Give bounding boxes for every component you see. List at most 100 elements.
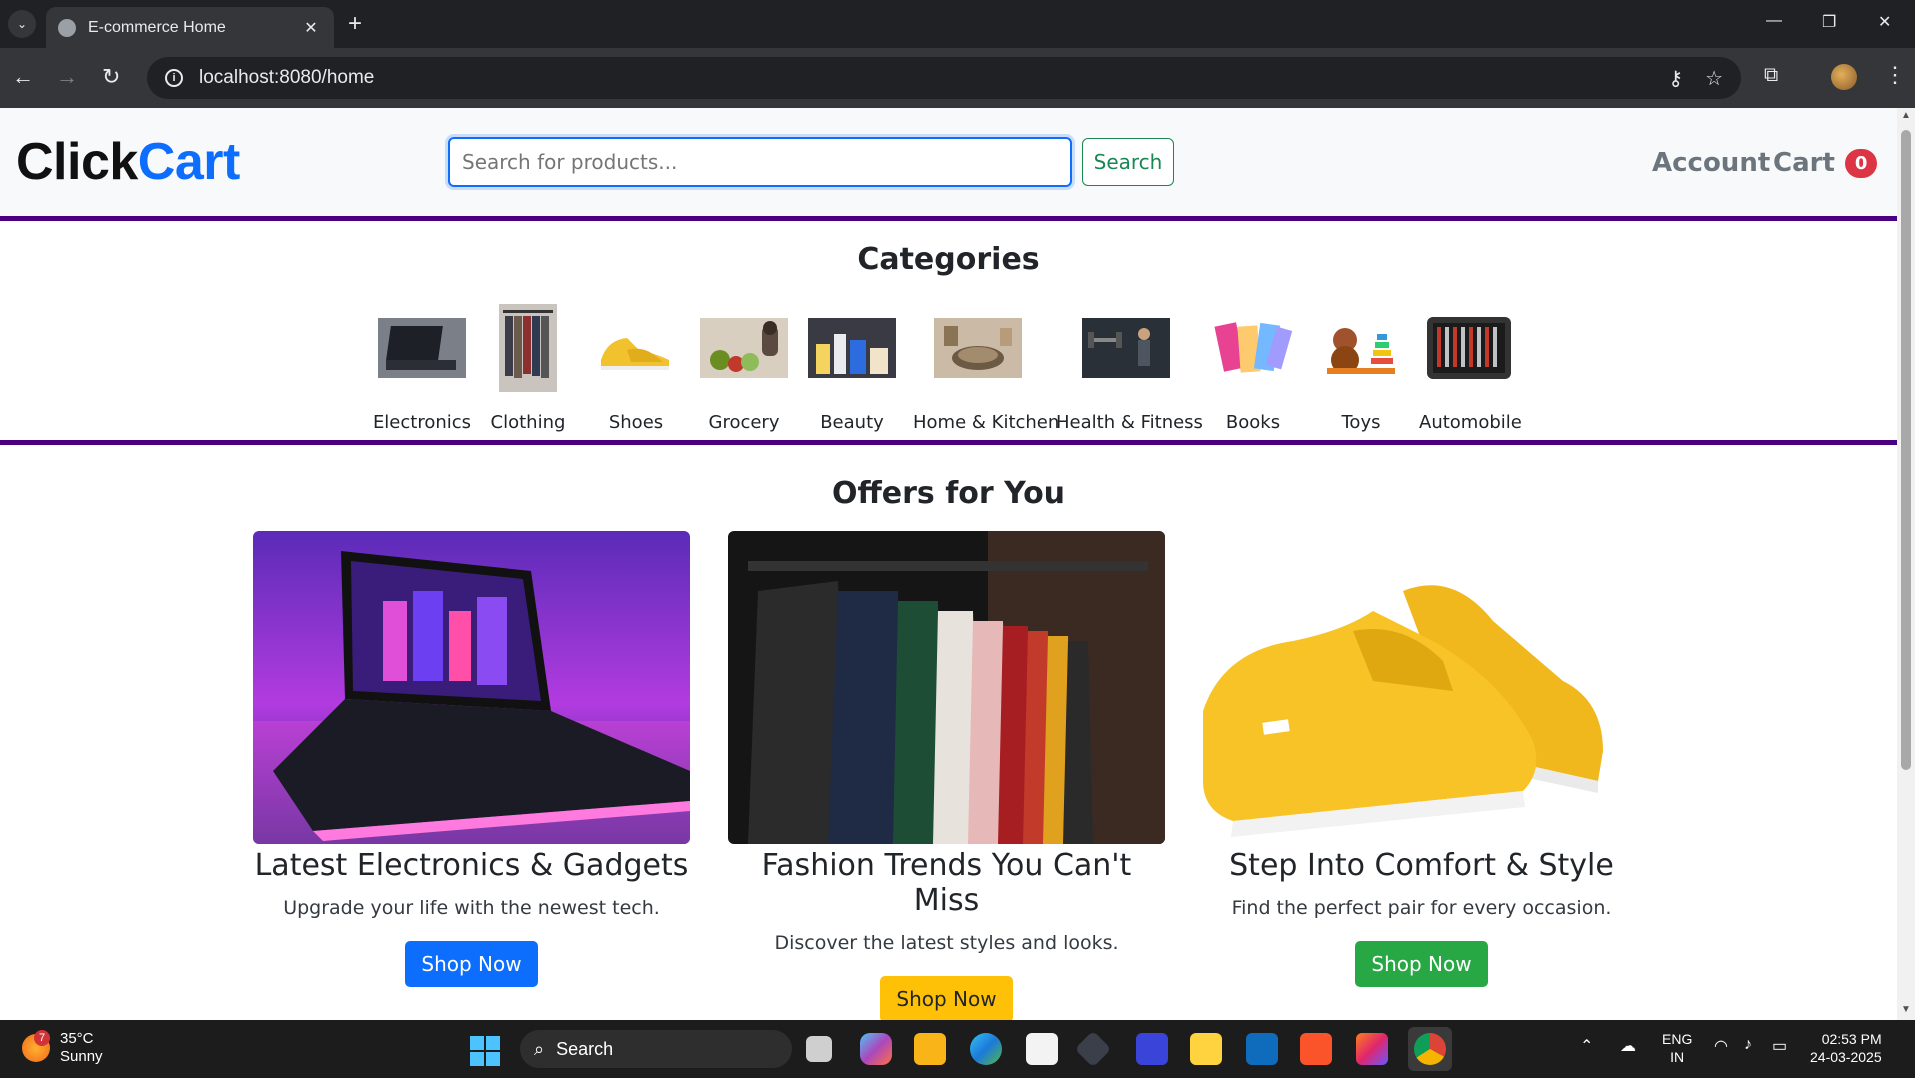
category-automobile[interactable]: Automobile	[1419, 298, 1522, 433]
scroll-up-arrow-icon[interactable]: ▲	[1901, 110, 1911, 121]
shop-now-button-shoes[interactable]: Shop Now	[1355, 941, 1488, 987]
show-hidden-icons-chevron-icon[interactable]: ⌃	[1580, 1036, 1593, 1056]
taskbar-search-label: Search	[556, 1038, 614, 1059]
category-shoes[interactable]: Shoes	[586, 298, 686, 433]
onedrive-cloud-icon[interactable]: ☁	[1620, 1036, 1636, 1056]
categories-divider	[0, 440, 1897, 445]
language-indicator[interactable]: ENG IN	[1662, 1030, 1692, 1066]
close-window-icon[interactable]: ✕	[1878, 12, 1891, 32]
category-label: Books	[1225, 412, 1281, 433]
shop-now-button-fashion[interactable]: Shop Now	[880, 976, 1013, 1020]
offers-title: Offers for You	[831, 476, 1066, 511]
scroll-down-arrow-icon[interactable]: ▼	[1901, 1004, 1911, 1015]
back-arrow-icon[interactable]: ←	[12, 64, 34, 90]
microsoft-store-icon[interactable]	[1026, 1033, 1058, 1065]
copilot-icon[interactable]	[860, 1033, 892, 1065]
browser-titlebar: ⌄ E-commerce Home ✕ + — ❐ ✕	[0, 0, 1915, 48]
product-search-input[interactable]	[448, 137, 1072, 187]
laptop-image	[253, 531, 690, 844]
category-label: Health & Fitness	[1056, 412, 1203, 433]
category-health-fitness[interactable]: Health & Fitness	[1056, 298, 1203, 433]
profile-avatar[interactable]	[1831, 64, 1857, 90]
scrollbar-thumb[interactable]	[1901, 130, 1911, 770]
category-toys[interactable]: Toys	[1311, 298, 1411, 433]
offer-title: Step Into Comfort & Style	[1229, 848, 1614, 883]
account-link[interactable]: Account	[1652, 148, 1770, 178]
app-m-icon[interactable]	[1136, 1033, 1168, 1065]
sticky-notes-icon[interactable]	[1190, 1033, 1222, 1065]
battery-icon[interactable]: ▭	[1772, 1036, 1787, 1056]
toys-icon	[1327, 328, 1395, 374]
tab-close-icon[interactable]: ✕	[300, 18, 322, 38]
category-label: Electronics	[372, 412, 472, 433]
shop-now-button-electronics[interactable]: Shop Now	[405, 941, 538, 987]
app-hexagon-icon[interactable]	[1074, 1030, 1112, 1068]
tab-search-chevron-icon[interactable]: ⌄	[8, 10, 36, 38]
url-text[interactable]: localhost:8080/home	[199, 67, 1646, 89]
reload-icon[interactable]: ↻	[102, 64, 120, 90]
extensions-puzzle-icon[interactable]: ⧉	[1764, 64, 1778, 87]
cart-link[interactable]: Cart 0	[1773, 148, 1878, 178]
brave-browser-icon[interactable]	[1300, 1033, 1332, 1065]
web-page: ClickCart Search Account Cart 0 Categori…	[0, 108, 1897, 1020]
bookmark-star-icon[interactable]: ☆	[1705, 66, 1723, 91]
sun-icon: 7	[22, 1030, 50, 1062]
offer-description: Discover the latest styles and looks.	[774, 932, 1119, 954]
password-key-icon[interactable]: ⚷	[1668, 66, 1683, 91]
edge-browser-icon[interactable]	[970, 1033, 1002, 1065]
category-home-kitchen[interactable]: Home & Kitchen	[913, 298, 1059, 433]
logo-text-cart: Cart	[137, 133, 241, 191]
offer-image-laptop[interactable]	[253, 531, 690, 844]
os-taskbar: 7 35°C Sunny ⌕ Search ⌃ ☁ ENG IN ◠ ♪ ▭ 0…	[0, 1020, 1915, 1078]
address-bar[interactable]: i localhost:8080/home ⚷ ☆	[147, 57, 1741, 99]
site-header: ClickCart Search Account Cart 0	[0, 108, 1897, 216]
site-info-icon[interactable]: i	[165, 69, 183, 87]
weather-temperature: 35°C	[60, 1030, 94, 1047]
category-beauty[interactable]: Beauty	[802, 298, 902, 433]
minimize-icon[interactable]: —	[1766, 12, 1782, 30]
intellij-icon[interactable]	[1356, 1033, 1388, 1065]
weather-widget[interactable]: 7 35°C Sunny	[22, 1030, 103, 1066]
volume-icon[interactable]: ♪	[1744, 1036, 1752, 1054]
system-clock[interactable]: 02:53 PM 24-03-2025	[1810, 1030, 1882, 1066]
offer-title: Fashion Trends You Can't Miss	[761, 848, 1132, 918]
wifi-icon[interactable]: ◠	[1714, 1036, 1728, 1056]
categories-title: Categories	[857, 242, 1040, 277]
new-tab-icon[interactable]: +	[348, 12, 362, 36]
offer-card-fashion: Fashion Trends You Can't Miss Discover t…	[728, 531, 1165, 1020]
category-clothing[interactable]: Clothing	[478, 298, 578, 433]
weather-notification-badge: 7	[34, 1030, 50, 1046]
browser-toolbar: ← → ↻ i localhost:8080/home ⚷ ☆ ⧉ ⋮	[0, 48, 1915, 108]
chrome-icon[interactable]	[1414, 1033, 1446, 1065]
category-books[interactable]: Books	[1203, 298, 1303, 433]
offer-title: Latest Electronics & Gadgets	[254, 848, 689, 883]
page-scrollbar[interactable]: ▲ ▼	[1897, 108, 1915, 1020]
task-view-icon[interactable]	[806, 1036, 832, 1062]
restore-icon[interactable]: ❐	[1822, 12, 1836, 32]
forward-arrow-icon[interactable]: →	[56, 64, 78, 90]
globe-icon	[58, 18, 76, 37]
outlook-icon[interactable]	[1246, 1033, 1278, 1065]
site-logo[interactable]: ClickCart	[16, 132, 240, 192]
offer-description: Find the perfect pair for every occasion…	[1231, 897, 1612, 919]
weather-description: Sunny	[60, 1048, 103, 1065]
offer-card-electronics: Latest Electronics & Gadgets Upgrade you…	[253, 531, 690, 987]
search-button[interactable]: Search	[1082, 138, 1174, 186]
browser-menu-icon[interactable]: ⋮	[1884, 62, 1906, 88]
category-label: Toys	[1341, 412, 1381, 433]
kitchen-icon	[934, 318, 1022, 378]
category-electronics[interactable]: Electronics	[372, 298, 472, 433]
language-code: ENG	[1662, 1031, 1693, 1047]
offer-image-clothing[interactable]	[728, 531, 1165, 844]
file-explorer-icon[interactable]	[914, 1033, 946, 1065]
taskbar-search[interactable]: ⌕ Search	[520, 1030, 792, 1068]
clock-date: 24-03-2025	[1810, 1049, 1882, 1065]
category-label: Shoes	[608, 412, 664, 433]
offer-image-shoes[interactable]	[1203, 531, 1640, 844]
browser-tab[interactable]: E-commerce Home ✕	[46, 7, 334, 48]
search-icon: ⌕	[534, 1038, 545, 1059]
cart-label: Cart	[1773, 148, 1835, 178]
windows-start-icon[interactable]	[470, 1036, 500, 1066]
header-divider	[0, 216, 1897, 221]
category-grocery[interactable]: Grocery	[694, 298, 794, 433]
